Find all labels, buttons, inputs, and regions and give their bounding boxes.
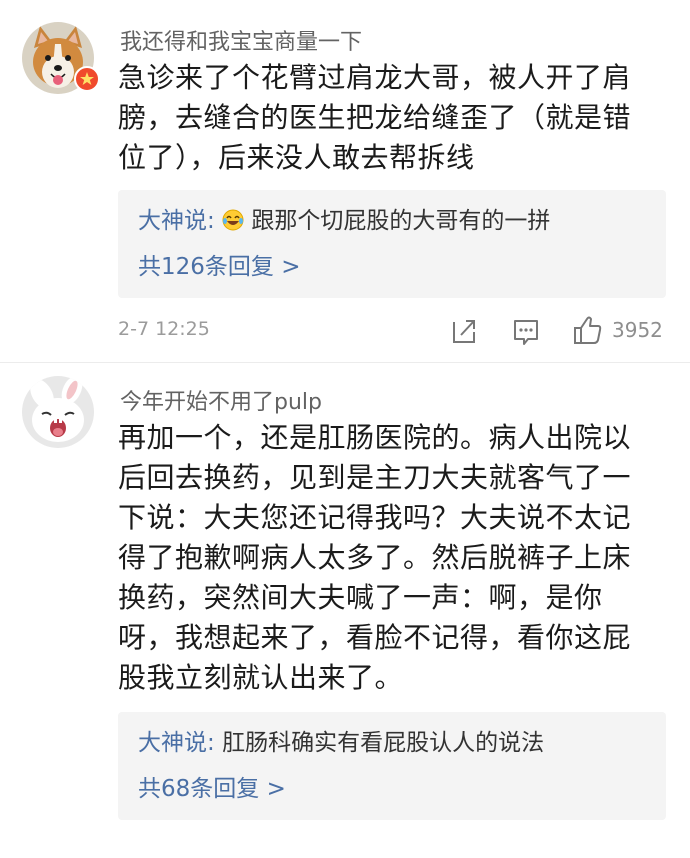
thumbs-up-icon[interactable] <box>572 310 604 354</box>
comment-timestamp: 2-7 12:25 <box>118 318 210 340</box>
reply-author[interactable]: 大神说: <box>138 208 215 234</box>
share-icon[interactable] <box>450 310 478 354</box>
comment-text: 再加一个，还是肛肠医院的。病人出院以后回去换药，见到是主刀大夫就客气了一下说：大… <box>118 421 632 694</box>
comment-divider <box>0 362 690 363</box>
comment-username[interactable]: 我还得和我宝宝商量一下 <box>120 24 362 56</box>
laughing-tears-emoji-icon <box>222 209 244 231</box>
comment-icon[interactable] <box>512 310 540 354</box>
comment-text: 急诊来了个花臂过肩龙大哥，被人开了肩膀，去缝合的医生把龙给缝歪了（就是错位了），… <box>118 61 632 174</box>
avatar-rabbit[interactable] <box>22 376 94 448</box>
reply-count-link[interactable]: 共68条回复 > <box>138 774 286 804</box>
comment-meta-row: 2-7 12:25 3952 <box>118 310 666 350</box>
reply-count-link[interactable]: 共126条回复 > <box>138 252 300 282</box>
comment-username[interactable]: 今年开始不用了pulp <box>120 384 322 416</box>
verified-star-icon <box>74 66 100 92</box>
reply-preview-line: 大神说: 肛肠科确实有看屁股认人的说法 <box>138 728 544 758</box>
like-count: 3952 <box>612 318 663 342</box>
reply-preview-line: 大神说: 跟那个切屁股的大哥有的一拼 <box>138 206 550 236</box>
reply-text: 肛肠科确实有看屁股认人的说法 <box>222 730 545 756</box>
reply-preview-box[interactable]: 大神说: 肛肠科确实有看屁股认人的说法 共68条回复 > <box>118 712 666 820</box>
reply-text: 跟那个切屁股的大哥有的一拼 <box>251 208 551 234</box>
reply-preview-box[interactable]: 大神说: 跟那个切屁股的大哥有的一拼 共126条回复 > <box>118 190 666 298</box>
reply-author[interactable]: 大神说: <box>138 730 215 756</box>
